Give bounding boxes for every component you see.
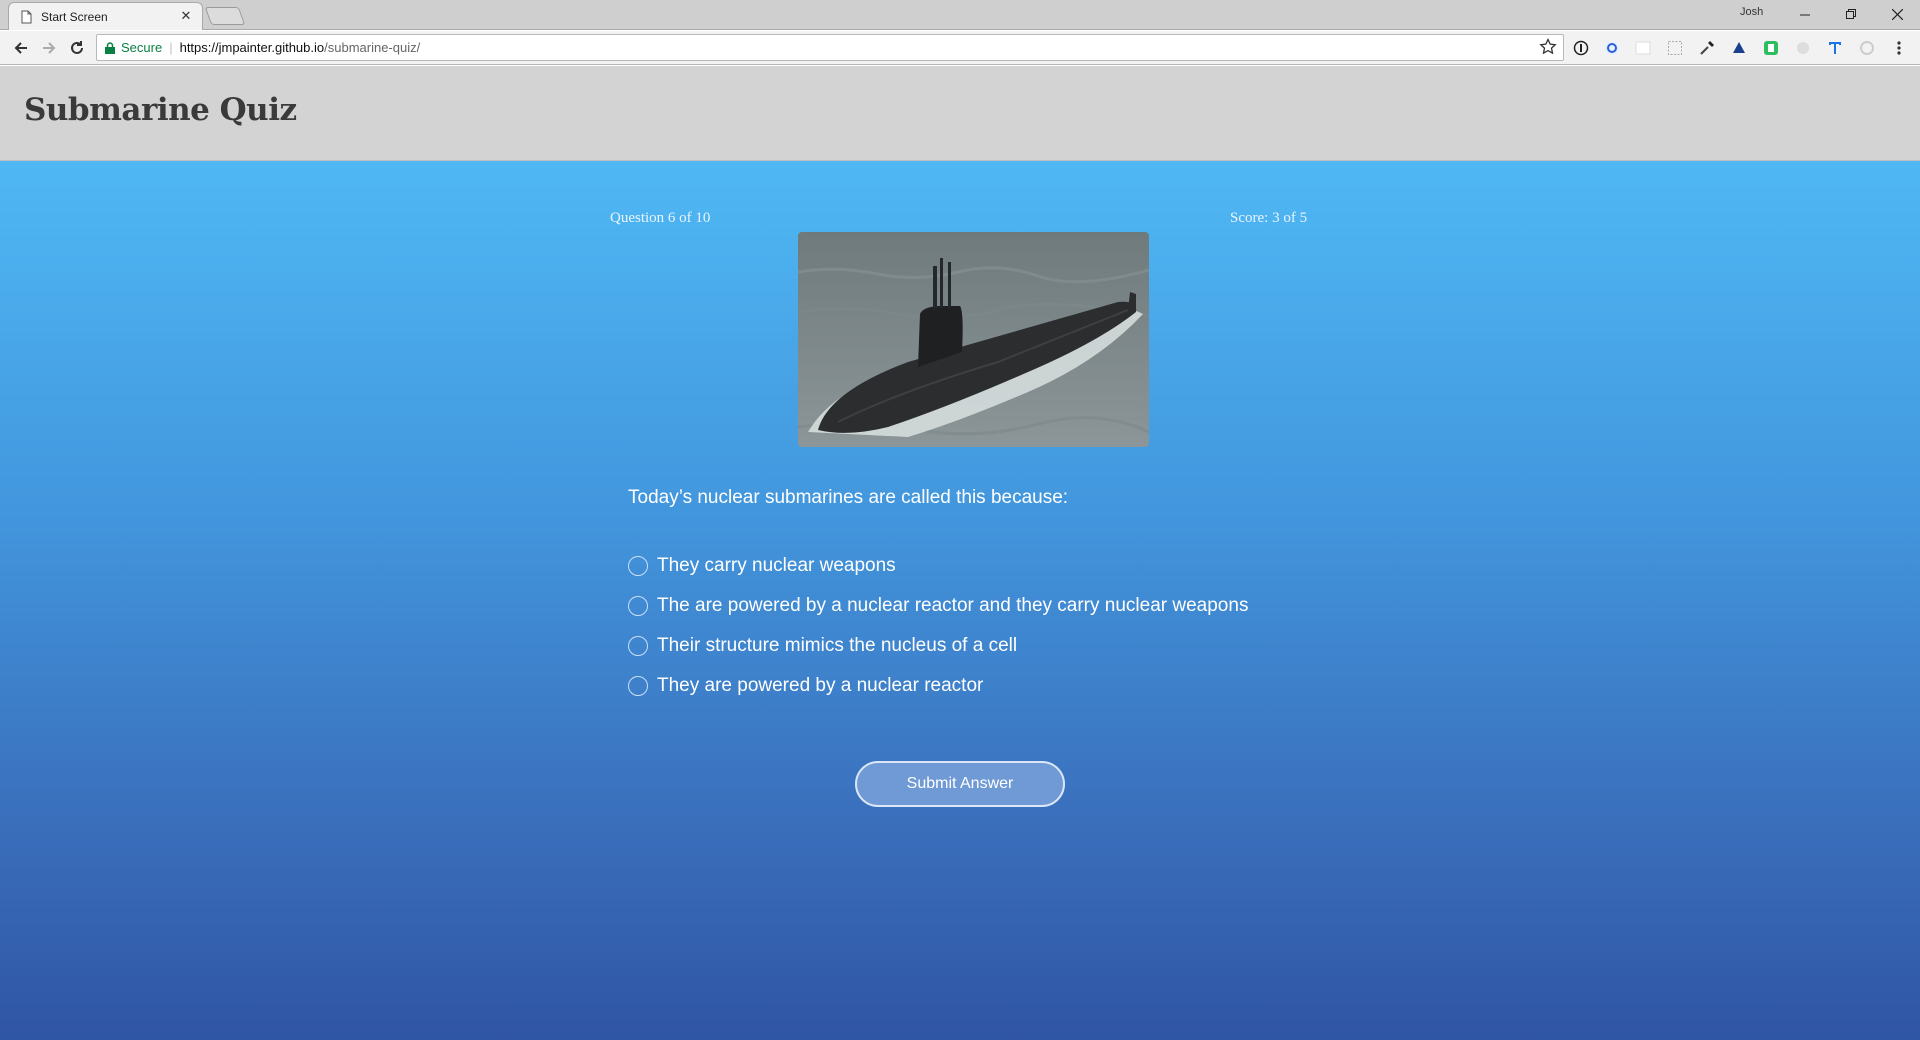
blank-extension-icon[interactable] [1634,39,1652,57]
menu-dots-icon[interactable] [1890,39,1908,57]
answer-label: Their structure mimics the nucleus of a … [657,635,1018,656]
reload-icon[interactable] [65,36,89,60]
disabled-extension-icon[interactable] [1794,39,1812,57]
page-icon [21,10,33,24]
answer-option-1[interactable]: They carry nuclear weapons [628,554,896,578]
quiz-area: Question 6 of 10 Score: 3 of 5 Today’s n… [0,161,1920,1040]
browser-tab-active[interactable]: Start Screen ✕ [8,2,203,30]
site-title: Submarine Quiz [24,92,297,128]
new-tab-button[interactable] [204,7,246,25]
eyedropper-extension-icon[interactable] [1698,39,1716,57]
minimize-icon[interactable] [1782,0,1828,28]
tab-close-icon[interactable]: ✕ [178,9,194,24]
answer-label: The are powered by a nuclear reactor and… [657,595,1249,616]
submarine-photo [798,232,1149,447]
submit-answer-button[interactable]: Submit Answer [855,761,1065,807]
question-text: Today’s nuclear submarines are called th… [628,487,1069,508]
restore-icon[interactable] [1828,0,1874,28]
grammar-extension-icon[interactable] [1603,39,1621,57]
score-display: Score: 3 of 5 [1230,210,1308,226]
info-extension-icon[interactable] [1572,39,1590,57]
answer-option-2[interactable]: The are powered by a nuclear reactor and… [628,594,1248,618]
url-path: /submarine-quiz/ [324,40,421,55]
back-icon[interactable] [9,36,33,60]
close-window-icon[interactable] [1874,0,1920,28]
answer-option-3[interactable]: Their structure mimics the nucleus of a … [628,634,1017,658]
profile-name[interactable]: Josh [1740,6,1763,18]
site-header: Submarine Quiz [0,66,1920,161]
security-label: Secure [121,40,163,55]
answer-label: They carry nuclear weapons [657,555,896,576]
tab-title: Start Screen [41,9,108,24]
drive-extension-icon[interactable] [1730,39,1748,57]
answer-label: They are powered by a nuclear reactor [657,675,984,696]
question-progress: Question 6 of 10 [610,210,711,226]
radio-button[interactable] [628,556,648,576]
lock-icon [105,41,115,54]
text-tool-extension-icon[interactable] [1826,39,1844,57]
faded-extension-icon[interactable] [1858,39,1876,57]
url-separator: | [169,40,173,55]
radio-button[interactable] [628,636,648,656]
answer-option-4[interactable]: They are powered by a nuclear reactor [628,674,983,698]
browser-toolbar: Secure | https://jmpainter.github.io/sub… [0,31,1920,65]
tab-strip: Start Screen ✕ Josh [0,0,1920,30]
radio-button[interactable] [628,676,648,696]
url-host: https://jmpainter.github.io [179,40,325,55]
bookmark-star-icon[interactable] [1539,37,1557,59]
evernote-extension-icon[interactable] [1762,39,1780,57]
radio-button[interactable] [628,596,648,616]
address-bar[interactable]: Secure | https://jmpainter.github.io/sub… [96,34,1564,61]
screenshot-extension-icon[interactable] [1666,39,1684,57]
forward-icon[interactable] [37,36,61,60]
